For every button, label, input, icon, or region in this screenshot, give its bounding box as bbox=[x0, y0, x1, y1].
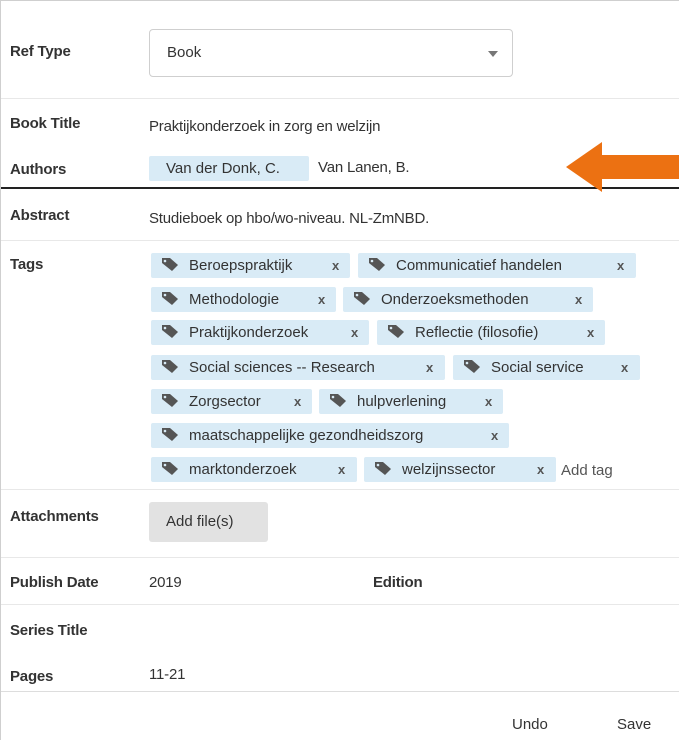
tag-label: Communicatief handelen bbox=[396, 257, 562, 274]
arrow-left-icon bbox=[566, 142, 679, 192]
tag-label: Zorgsector bbox=[189, 393, 261, 410]
chevron-down-icon bbox=[488, 51, 498, 57]
tag-label: Onderzoeksmethoden bbox=[381, 291, 529, 308]
tag-chip[interactable]: Praktijkonderzoek x bbox=[151, 320, 369, 345]
tag-label: Reflectie (filosofie) bbox=[415, 324, 539, 341]
tag-chip[interactable]: maatschappelijke gezondheidszorg x bbox=[151, 423, 509, 448]
remove-tag-button[interactable]: x bbox=[351, 320, 358, 345]
tag-chip[interactable]: Zorgsector x bbox=[151, 389, 312, 414]
divider bbox=[1, 489, 679, 490]
attachments-label: Attachments bbox=[10, 508, 99, 525]
edition-label: Edition bbox=[373, 574, 423, 591]
tag-icon bbox=[354, 292, 370, 305]
remove-tag-button[interactable]: x bbox=[621, 355, 628, 380]
tag-chip[interactable]: Communicatief handelen x bbox=[358, 253, 636, 278]
tag-icon bbox=[162, 258, 178, 271]
tag-chip[interactable]: hulpverlening x bbox=[319, 389, 503, 414]
tag-icon bbox=[369, 258, 385, 271]
tag-label: welzijnssector bbox=[402, 461, 496, 478]
abstract-value[interactable]: Studieboek op hbo/wo-niveau. NL-ZmNBD. bbox=[149, 210, 429, 227]
abstract-label: Abstract bbox=[10, 207, 70, 224]
tag-icon bbox=[162, 325, 178, 338]
tag-chip[interactable]: Beroepspraktijk x bbox=[151, 253, 350, 278]
tags-label: Tags bbox=[10, 256, 44, 273]
series-title-label: Series Title bbox=[10, 622, 88, 639]
divider bbox=[1, 98, 679, 99]
tag-chip[interactable]: Reflectie (filosofie) x bbox=[377, 320, 605, 345]
footer-divider bbox=[1, 691, 679, 692]
tag-icon bbox=[162, 428, 178, 441]
book-title-label: Book Title bbox=[10, 115, 81, 132]
tag-label: maatschappelijke gezondheidszorg bbox=[189, 427, 424, 444]
tag-chip[interactable]: Social sciences -- Research x bbox=[151, 355, 445, 380]
add-files-label: Add file(s) bbox=[166, 513, 234, 530]
tag-icon bbox=[162, 292, 178, 305]
remove-tag-button[interactable]: x bbox=[294, 389, 301, 414]
pages-label: Pages bbox=[10, 668, 54, 685]
remove-tag-button[interactable]: x bbox=[485, 389, 492, 414]
tag-label: Praktijkonderzoek bbox=[189, 324, 309, 341]
tag-chip[interactable]: Social service x bbox=[453, 355, 640, 380]
remove-tag-button[interactable]: x bbox=[491, 423, 498, 448]
remove-tag-button[interactable]: x bbox=[332, 253, 339, 278]
remove-tag-button[interactable]: x bbox=[318, 287, 325, 312]
publish-date-value[interactable]: 2019 bbox=[149, 574, 182, 591]
save-button[interactable]: Save bbox=[617, 716, 651, 733]
publish-date-label: Publish Date bbox=[10, 574, 99, 591]
tag-chip[interactable]: welzijnssector x bbox=[364, 457, 556, 482]
tag-label: hulpverlening bbox=[357, 393, 447, 410]
tag-chip[interactable]: marktonderzoek x bbox=[151, 457, 357, 482]
authors-label: Authors bbox=[10, 161, 67, 178]
author-name[interactable]: Van Lanen, B. bbox=[318, 159, 410, 176]
tag-chip[interactable]: Methodologie x bbox=[151, 287, 336, 312]
tag-icon bbox=[375, 462, 391, 475]
divider bbox=[1, 240, 679, 241]
remove-tag-button[interactable]: x bbox=[537, 457, 544, 482]
tag-icon bbox=[162, 462, 178, 475]
remove-tag-button[interactable]: x bbox=[587, 320, 594, 345]
remove-tag-button[interactable]: x bbox=[617, 253, 624, 278]
tag-icon bbox=[464, 360, 480, 373]
book-title-value[interactable]: Praktijkonderzoek in zorg en welzijn bbox=[149, 118, 380, 135]
tag-label: Methodologie bbox=[189, 291, 280, 308]
author-name: Van der Donk, C. bbox=[166, 160, 280, 177]
tag-icon bbox=[162, 394, 178, 407]
item-details-panel: Ref Type Book Book Title Praktijkonderzo… bbox=[0, 0, 679, 740]
remove-tag-button[interactable]: x bbox=[426, 355, 433, 380]
author-chip[interactable]: Van der Donk, C. bbox=[149, 156, 309, 181]
divider bbox=[1, 604, 679, 605]
undo-button[interactable]: Undo bbox=[512, 716, 548, 733]
tag-label: marktonderzoek bbox=[189, 461, 297, 478]
tag-icon bbox=[330, 394, 346, 407]
add-files-button[interactable]: Add file(s) bbox=[149, 502, 268, 542]
ref-type-selected-value: Book bbox=[167, 44, 202, 61]
tag-label: Beroepspraktijk bbox=[189, 257, 293, 274]
pages-value[interactable]: 11-21 bbox=[149, 666, 185, 683]
add-tag-input[interactable]: Add tag bbox=[561, 462, 613, 479]
tag-icon bbox=[388, 325, 404, 338]
remove-tag-button[interactable]: x bbox=[575, 287, 582, 312]
tag-chip[interactable]: Onderzoeksmethoden x bbox=[343, 287, 593, 312]
divider bbox=[1, 557, 679, 558]
tag-label: Social service bbox=[491, 359, 584, 376]
tag-label: Social sciences -- Research bbox=[189, 359, 375, 376]
remove-tag-button[interactable]: x bbox=[338, 457, 345, 482]
ref-type-select[interactable]: Book bbox=[149, 29, 513, 77]
ref-type-label: Ref Type bbox=[10, 43, 71, 60]
tag-icon bbox=[162, 360, 178, 373]
